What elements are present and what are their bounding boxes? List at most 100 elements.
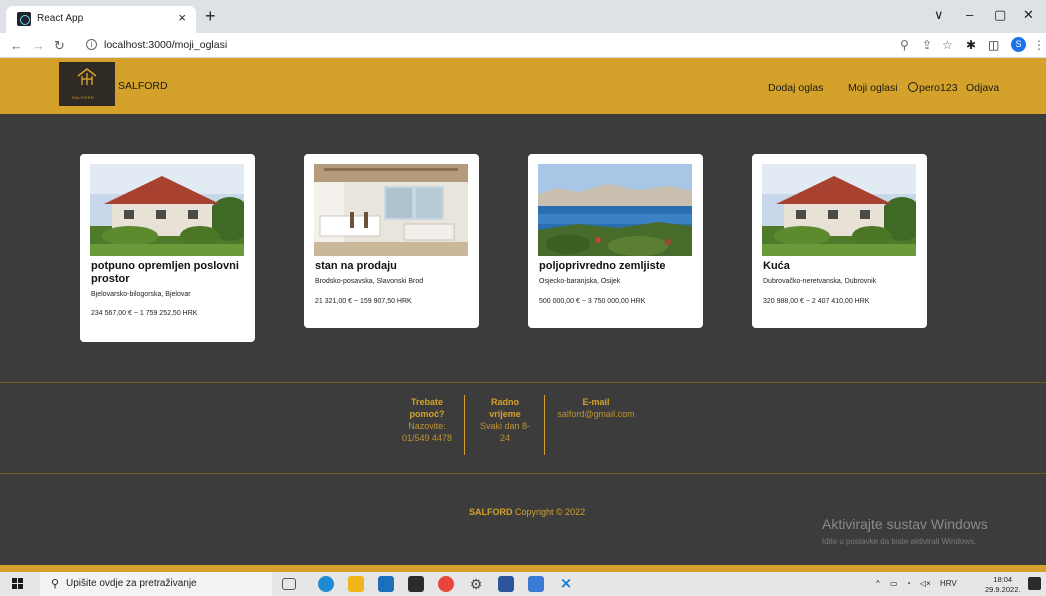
listing-price: 234 567,00 € ~ 1 759 252,50 HRK (91, 310, 198, 317)
windows-start-icon[interactable] (12, 578, 24, 590)
browser-tab-strip: React App × + ∨ – ▢ ✕ (0, 0, 1046, 33)
task-view-icon[interactable] (282, 578, 296, 590)
tab-close-icon[interactable]: × (178, 10, 186, 25)
bookmark-star-icon[interactable]: ☆ (942, 38, 953, 52)
new-tab-button[interactable]: + (205, 6, 216, 27)
chrome-icon[interactable] (438, 576, 454, 592)
footer-email: E-mail salford@gmail.com (550, 396, 642, 420)
edge-browser-icon[interactable] (318, 576, 334, 592)
listing-image-sea[interactable] (538, 164, 692, 256)
listing-card[interactable]: potpuno opremljen poslovni prostor Bjelo… (80, 154, 255, 342)
copyright-text: Copyright © 2022 (515, 507, 586, 517)
clock-date: 29.9.2022. (985, 585, 1021, 594)
copyright-brand: SALFORD (469, 507, 513, 517)
footer-divider (544, 395, 545, 455)
footer-hours-value-1: Svaki dan 8- (479, 421, 531, 431)
omnibox[interactable]: i localhost:3000/moji_oglasi (76, 36, 876, 55)
listing-title[interactable]: Kuća (763, 260, 918, 273)
footer-gold-strip (0, 565, 1046, 572)
nav-user-profile[interactable]: pero123 (908, 82, 958, 94)
listing-price: 500 000,00 € ~ 3 750 000,00 HRK (539, 298, 646, 305)
footer-help-heading-1: Trebate (410, 397, 443, 407)
listing-location: Dubrovačko-neretvanska, Dubrovnik (763, 278, 877, 285)
salford-logo[interactable]: SALFORD (59, 62, 115, 106)
footer-email-heading: E-mail (582, 397, 610, 407)
forward-arrow-icon[interactable]: → (32, 38, 45, 53)
side-panel-icon[interactable]: ◫ (988, 38, 999, 52)
house-logo-icon (77, 68, 97, 85)
windows-taskbar: ⚲ Upišite ovdje za pretraživanje ⚙ ⨯ ^ ▭… (0, 572, 1046, 596)
tray-language[interactable]: HRV (940, 579, 957, 588)
footer-email-address[interactable]: salford@gmail.com (550, 408, 642, 420)
listing-card[interactable]: stan na prodaju Brodsko-posavska, Slavon… (304, 154, 479, 328)
listing-title[interactable]: stan na prodaju (315, 260, 470, 273)
nav-my-listings[interactable]: Moji oglasi (848, 82, 898, 94)
settings-gear-icon[interactable]: ⚙ (468, 576, 484, 592)
taskbar-search-box[interactable]: ⚲ Upišite ovdje za pretraživanje (40, 572, 272, 596)
tray-chevron-icon[interactable]: ^ (876, 579, 880, 588)
back-arrow-icon[interactable]: ← (10, 38, 23, 53)
footer-divider (464, 395, 465, 455)
copyright: SALFORD Copyright © 2022 (469, 507, 585, 517)
share-icon[interactable]: ⇪ (922, 38, 932, 52)
react-favicon-icon (17, 12, 31, 26)
footer-hours: Radno vrijeme Svaki dan 8- 24 (472, 396, 538, 444)
listing-card[interactable]: Kuća Dubrovačko-neretvanska, Dubrovnik 3… (752, 154, 927, 328)
url-text[interactable]: localhost:3000/moji_oglasi (104, 39, 227, 51)
footer-hours-heading-1: Radno (491, 397, 519, 407)
nav-add-listing[interactable]: Dodaj oglas (768, 82, 823, 94)
listing-card[interactable]: poljoprivredno zemljiste Osjecko-baranjs… (528, 154, 703, 328)
user-icon (908, 82, 918, 92)
browser-tab[interactable]: React App × (6, 6, 196, 33)
footer-help-heading-2: pomoć? (409, 409, 445, 419)
windows-activation-title: Aktivirajte sustav Windows (822, 516, 988, 532)
profile-avatar[interactable]: S (1011, 37, 1026, 52)
logo-text: SALFORD (72, 95, 95, 100)
clock-time: 18:04 (993, 575, 1013, 584)
extensions-icon[interactable]: ✱ (966, 38, 976, 52)
tray-battery-icon[interactable]: ▭ (890, 579, 898, 588)
image-viewer-icon[interactable] (528, 576, 544, 592)
footer-hours-heading-2: vrijeme (489, 409, 521, 419)
close-window-button[interactable]: ✕ (1023, 7, 1034, 23)
footer-hours-value-2: 24 (499, 433, 510, 443)
nav-logout[interactable]: Odjava (966, 82, 999, 94)
maximize-button[interactable]: ▢ (994, 7, 1006, 23)
listing-location: Brodsko-posavska, Slavonski Brod (315, 278, 424, 285)
footer-help: Trebate pomoć? Nazovite: 01/549 4478 (394, 396, 460, 444)
word-icon[interactable] (498, 576, 514, 592)
listing-title[interactable]: potpuno opremljen poslovni prostor (91, 260, 246, 286)
footer-help-phone[interactable]: 01/549 4478 (394, 432, 460, 444)
username: pero123 (919, 82, 958, 94)
tab-search-icon[interactable]: ∨ (934, 7, 944, 23)
listing-price: 21 321,00 € ~ 159 907,50 HRK (315, 298, 412, 305)
footer-copyright-area: SALFORD Copyright © 2022 Aktivirajte sus… (0, 475, 1046, 565)
vscode-icon[interactable]: ⨯ (558, 576, 574, 592)
listing-price: 320 988,00 € ~ 2 407 410,00 HRK (763, 298, 870, 305)
listing-title[interactable]: poljoprivredno zemljiste (539, 260, 694, 273)
taskbar-search-placeholder[interactable]: Upišite ovdje za pretraživanje (66, 578, 197, 589)
footer-info: Trebate pomoć? Nazovite: 01/549 4478 Rad… (0, 382, 1046, 474)
minimize-button[interactable]: – (966, 7, 973, 22)
listing-location: Osjecko-baranjska, Osijek (539, 278, 621, 285)
mail-icon[interactable] (378, 576, 394, 592)
listings-area: potpuno opremljen poslovni prostor Bjelo… (0, 114, 1046, 382)
zoom-icon[interactable]: ⚲ (900, 38, 909, 52)
notifications-icon[interactable] (1028, 577, 1041, 590)
listing-image-interior[interactable] (314, 164, 468, 256)
site-info-icon[interactable]: i (86, 39, 97, 50)
brand-name[interactable]: SALFORD (118, 80, 168, 92)
taskbar-clock[interactable]: 18:04 29.9.2022. (985, 575, 1020, 595)
reload-icon[interactable]: ↻ (54, 38, 65, 54)
app-header: SALFORD SALFORD Dodaj oglas Moji oglasi … (0, 58, 1046, 114)
address-bar-row: ← → ↻ i localhost:3000/moji_oglasi ⚲ ⇪ ☆… (0, 33, 1046, 58)
footer-help-call: Nazovite: (408, 421, 446, 431)
listing-image-house[interactable] (90, 164, 244, 256)
listing-image-house[interactable] (762, 164, 916, 256)
file-explorer-icon[interactable] (348, 576, 364, 592)
tray-network-icon[interactable]: ◔ (906, 579, 911, 588)
windows-activation-subtitle: Idite u postavke da biste aktivirali Win… (822, 537, 977, 546)
photos-icon[interactable] (408, 576, 424, 592)
tray-volume-icon[interactable]: ◁× (920, 579, 931, 588)
menu-kebab-icon[interactable]: ⋮ (1033, 38, 1045, 52)
